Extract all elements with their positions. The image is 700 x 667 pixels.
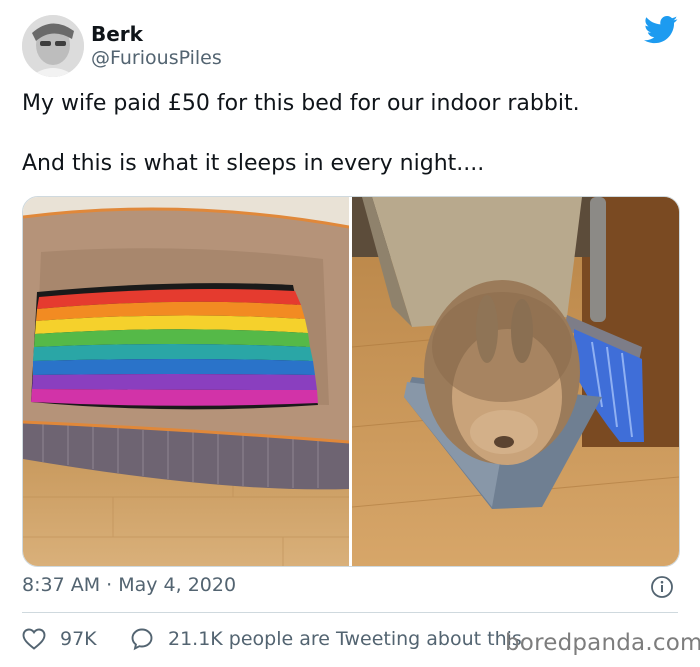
- tweet-timestamp[interactable]: 8:37 AM · May 4, 2020: [22, 574, 236, 596]
- info-icon[interactable]: [650, 575, 674, 599]
- twitter-bird-icon[interactable]: [644, 15, 678, 45]
- avatar-photo: [22, 15, 84, 77]
- heart-icon[interactable]: [22, 628, 46, 650]
- tweet-card: Berk @FuriousPiles My wife paid £50 for …: [0, 0, 700, 667]
- speech-bubble-icon[interactable]: [130, 627, 154, 651]
- watermark: boredpanda.com: [505, 630, 700, 656]
- photo-rabbit-dustpan[interactable]: [352, 197, 679, 566]
- media-grid[interactable]: [22, 196, 680, 567]
- pet-bed-image: [23, 197, 349, 566]
- rabbit-dustpan-image: [352, 197, 679, 566]
- discussion-link[interactable]: 21.1K people are Tweeting about this: [168, 628, 522, 650]
- display-name[interactable]: Berk: [91, 22, 143, 46]
- photo-pet-bed[interactable]: [23, 197, 349, 566]
- tweet-text: My wife paid £50 for this bed for our in…: [22, 91, 580, 176]
- user-handle[interactable]: @FuriousPiles: [91, 47, 222, 69]
- divider: [22, 612, 678, 613]
- avatar[interactable]: [22, 15, 84, 77]
- like-count[interactable]: 97K: [60, 628, 97, 650]
